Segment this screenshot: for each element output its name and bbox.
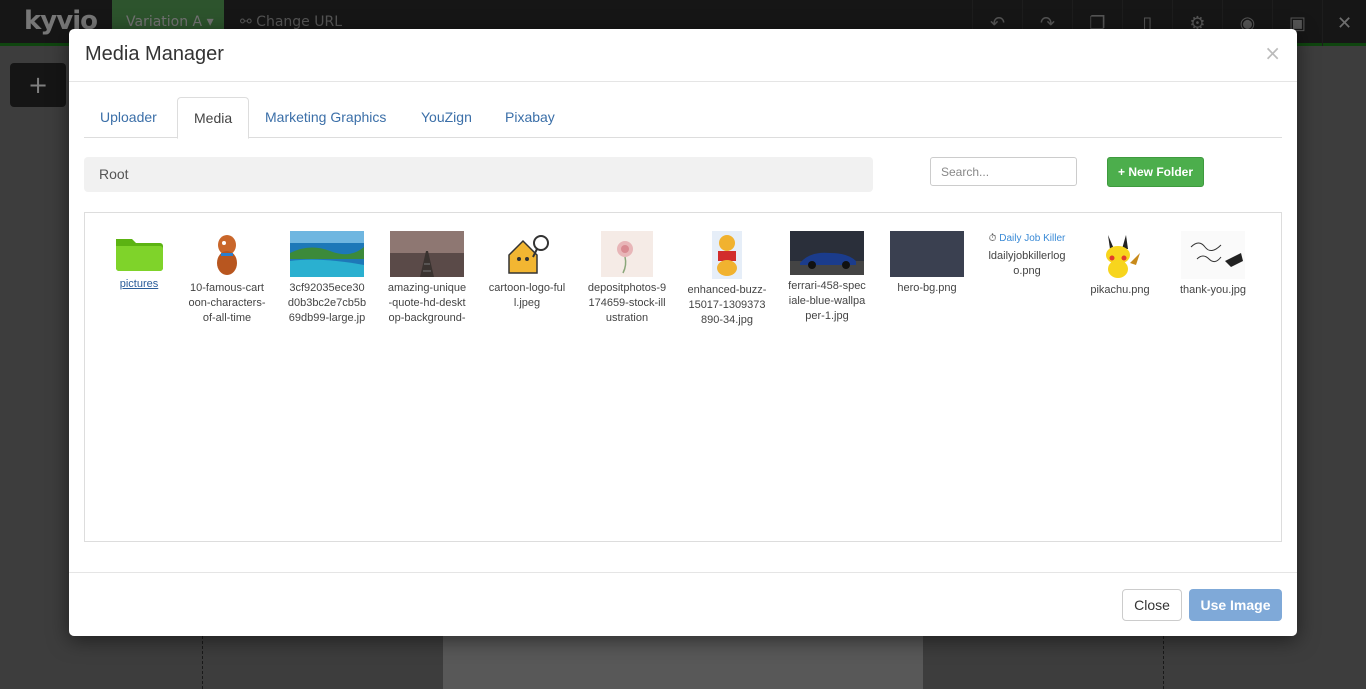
file-grid: pictures 10-famous-cartoon-characters-of… [84, 212, 1282, 542]
media-manager-modal: Media Manager × Uploader Media Marketing… [69, 29, 1297, 636]
new-folder-button[interactable]: + New Folder [1107, 157, 1204, 187]
media-tabs: Uploader Media Marketing Graphics YouZig… [84, 97, 1282, 139]
tab-pixabay[interactable]: Pixabay [489, 97, 571, 138]
thumbnail [790, 231, 864, 275]
thumbnail [290, 231, 364, 277]
file-name: hero-bg.png [897, 282, 957, 294]
thumbnail [1181, 231, 1245, 279]
thumbnail [601, 231, 653, 277]
list-item[interactable]: depositphotos-9174659-stock-illustration [587, 231, 667, 326]
file-name: thank-you.jpg [1179, 284, 1247, 296]
list-item[interactable]: cartoon-logo-full.jpeg [487, 231, 567, 311]
file-name: ldailyjobkillerlogo.png [988, 250, 1066, 277]
list-item[interactable]: amazing-unique-quote-hd-desktop-backgrou… [387, 231, 467, 326]
file-name: 3cf92035ece30d0b3bc2e7cb5b69db99-large.j… [287, 282, 367, 324]
thumbnail [890, 231, 964, 277]
thumbnail: ⏱ Daily Job Killer [987, 231, 1067, 245]
list-item[interactable]: 3cf92035ece30d0b3bc2e7cb5b69db99-large.j… [287, 231, 367, 326]
file-name: 10-famous-cartoon-characters-of-all-time [188, 282, 266, 324]
tab-uploader[interactable]: Uploader [84, 97, 173, 138]
file-name: enhanced-buzz-15017-1309373890-34.jpg [687, 284, 767, 326]
thumbnail [390, 231, 464, 277]
folder-icon [116, 239, 163, 271]
file-name: ferrari-458-speciale-blue-wallpaper-1.jp… [788, 280, 866, 322]
modal-close-icon[interactable]: × [1264, 41, 1281, 65]
thumbnail [712, 231, 742, 279]
file-name: pikachu.png [1090, 284, 1150, 296]
list-item[interactable]: pikachu.png [1080, 231, 1160, 298]
tab-youzign[interactable]: YouZign [405, 97, 488, 138]
modal-header: Media Manager × [69, 29, 1297, 82]
thumbnail [1106, 235, 1140, 278]
file-name: cartoon-logo-full.jpeg [488, 282, 566, 309]
tab-media[interactable]: Media [177, 97, 250, 139]
close-button[interactable]: Close [1122, 589, 1182, 621]
list-item[interactable]: hero-bg.png [887, 231, 967, 296]
thumbnail [217, 235, 237, 275]
folder-name[interactable]: pictures [99, 277, 179, 292]
clock-icon: ⏱ [988, 233, 997, 244]
breadcrumb[interactable]: Root [84, 157, 873, 192]
file-name: depositphotos-9174659-stock-illustration [587, 282, 667, 324]
search-input[interactable] [930, 157, 1077, 186]
modal-footer: Close Use Image [69, 572, 1297, 636]
thumbnail-text: Daily Job Killer [999, 233, 1066, 244]
thumbnail [508, 235, 549, 274]
list-item[interactable]: ⏱ Daily Job Killer ldailyjobkillerlogo.p… [987, 231, 1067, 279]
file-name: amazing-unique-quote-hd-desktop-backgrou… [387, 282, 467, 324]
use-image-button[interactable]: Use Image [1189, 589, 1282, 621]
modal-title: Media Manager [85, 43, 224, 65]
list-item[interactable]: ferrari-458-speciale-blue-wallpaper-1.jp… [787, 231, 867, 324]
list-item[interactable]: pictures [99, 231, 179, 292]
list-item[interactable]: 10-famous-cartoon-characters-of-all-time [187, 231, 267, 326]
tab-marketing-graphics[interactable]: Marketing Graphics [249, 97, 402, 138]
list-item[interactable]: thank-you.jpg [1173, 231, 1253, 298]
list-item[interactable]: enhanced-buzz-15017-1309373890-34.jpg [687, 231, 767, 328]
